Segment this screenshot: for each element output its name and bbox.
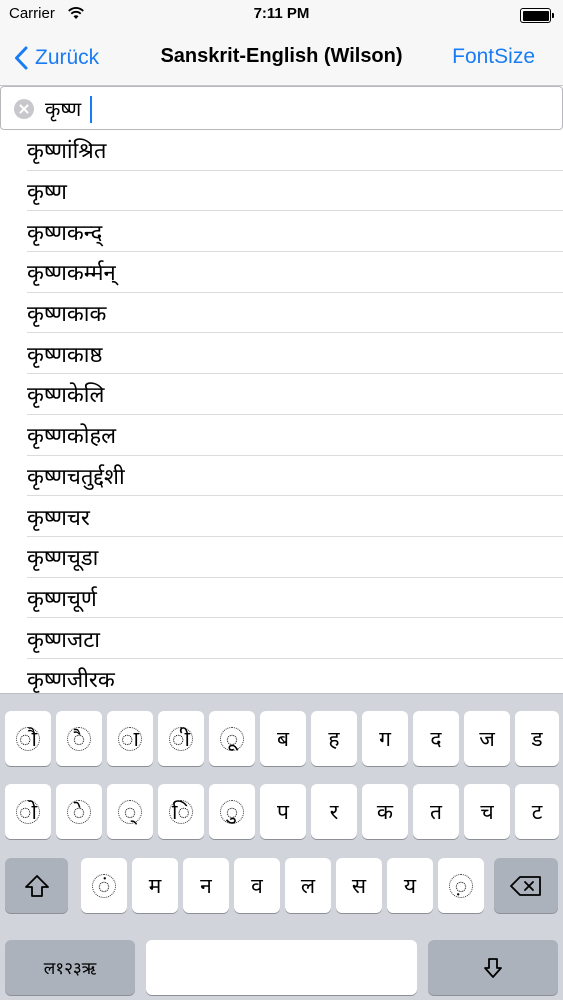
return-key[interactable] xyxy=(428,940,558,995)
key-dda[interactable]: ड xyxy=(515,711,559,766)
list-item[interactable]: कृष्णकेलि xyxy=(0,374,563,415)
list-item[interactable]: कृष्ण xyxy=(0,171,563,212)
key-vowel-sign-uu[interactable]: ू xyxy=(209,711,255,766)
key-vowel-sign-au[interactable]: ौ xyxy=(5,711,51,766)
list-item[interactable]: कृष्णकाक xyxy=(0,293,563,334)
list-item[interactable]: कृष्णकोहल xyxy=(0,415,563,456)
list-item[interactable]: कृष्णकन्द् xyxy=(0,211,563,252)
clear-icon[interactable] xyxy=(14,99,34,119)
key-da[interactable]: द xyxy=(413,711,459,766)
list-item[interactable]: कृष्णचूर्ण xyxy=(0,578,563,619)
search-input[interactable] xyxy=(45,91,545,125)
key-va[interactable]: व xyxy=(234,858,280,913)
results-list: कृष्णांश्रित कृष्ण कृष्णकन्द् कृष्णकर्म्… xyxy=(0,130,563,693)
key-virama[interactable]: ् xyxy=(107,784,153,839)
key-la[interactable]: ल xyxy=(285,858,331,913)
key-ga[interactable]: ग xyxy=(362,711,408,766)
list-item[interactable]: कृष्णचूडा xyxy=(0,537,563,578)
key-vowel-sign-ii[interactable]: ी xyxy=(158,711,204,766)
chevron-left-icon xyxy=(15,46,28,70)
key-na[interactable]: न xyxy=(183,858,229,913)
key-tta[interactable]: ट xyxy=(515,784,559,839)
backspace-key[interactable] xyxy=(494,858,558,913)
search-bar xyxy=(0,86,563,130)
key-ha[interactable]: ह xyxy=(311,711,357,766)
list-item[interactable]: कृष्णचर xyxy=(0,496,563,537)
backspace-icon xyxy=(510,875,541,896)
back-button-label: Zurück xyxy=(35,46,100,69)
shift-icon xyxy=(24,874,49,897)
key-ra[interactable]: र xyxy=(311,784,357,839)
text-cursor xyxy=(90,96,92,123)
list-item[interactable]: कृष्णजटा xyxy=(0,618,563,659)
key-ka[interactable]: क xyxy=(362,784,408,839)
space-key[interactable] xyxy=(146,940,417,995)
key-vowel-sign-ai[interactable]: ै xyxy=(56,711,102,766)
key-nukta[interactable]: ़ xyxy=(438,858,484,913)
key-ja[interactable]: ज xyxy=(464,711,510,766)
key-ca[interactable]: च xyxy=(464,784,510,839)
key-vowel-sign-u[interactable]: ु xyxy=(209,784,255,839)
list-item[interactable]: कृष्णचतुर्द्दशी xyxy=(0,456,563,497)
shift-key[interactable] xyxy=(5,858,68,913)
key-vowel-sign-aa[interactable]: ा xyxy=(107,711,153,766)
key-ma[interactable]: म xyxy=(132,858,178,913)
key-vowel-sign-o[interactable]: ो xyxy=(5,784,51,839)
key-anusvara[interactable]: ं xyxy=(81,858,127,913)
keyboard: ौ ै ा ी ू ब ह ग द ज ड ो े ् ि ु प र क त … xyxy=(0,693,563,1000)
font-size-button[interactable]: FontSize xyxy=(452,45,535,69)
list-item[interactable]: कृष्णांश्रित xyxy=(0,130,563,171)
key-pa[interactable]: प xyxy=(260,784,306,839)
key-vowel-sign-e[interactable]: े xyxy=(56,784,102,839)
navigation-bar: Zurück Sanskrit-English (Wilson) FontSiz… xyxy=(0,30,563,86)
back-button[interactable]: Zurück xyxy=(14,43,99,73)
status-bar: Carrier 7:11 PM xyxy=(0,0,563,30)
status-time: 7:11 PM xyxy=(253,5,310,22)
return-icon xyxy=(484,957,502,978)
key-ta[interactable]: त xyxy=(413,784,459,839)
key-ba[interactable]: ब xyxy=(260,711,306,766)
page-title: Sanskrit-English (Wilson) xyxy=(160,45,403,67)
battery-icon xyxy=(520,8,554,23)
mode-switch-label: ल१२३ऋ xyxy=(43,959,97,979)
key-vowel-sign-i[interactable]: ि xyxy=(158,784,204,839)
list-item[interactable]: कृष्णकर्म्मन् xyxy=(0,252,563,293)
key-sa[interactable]: स xyxy=(336,858,382,913)
mode-switch-key[interactable]: ल१२३ऋ xyxy=(5,940,135,995)
key-ya[interactable]: य xyxy=(387,858,433,913)
list-item[interactable]: कृष्णकाष्ठ xyxy=(0,333,563,374)
list-item[interactable]: कृष्णजीरक xyxy=(0,659,563,693)
